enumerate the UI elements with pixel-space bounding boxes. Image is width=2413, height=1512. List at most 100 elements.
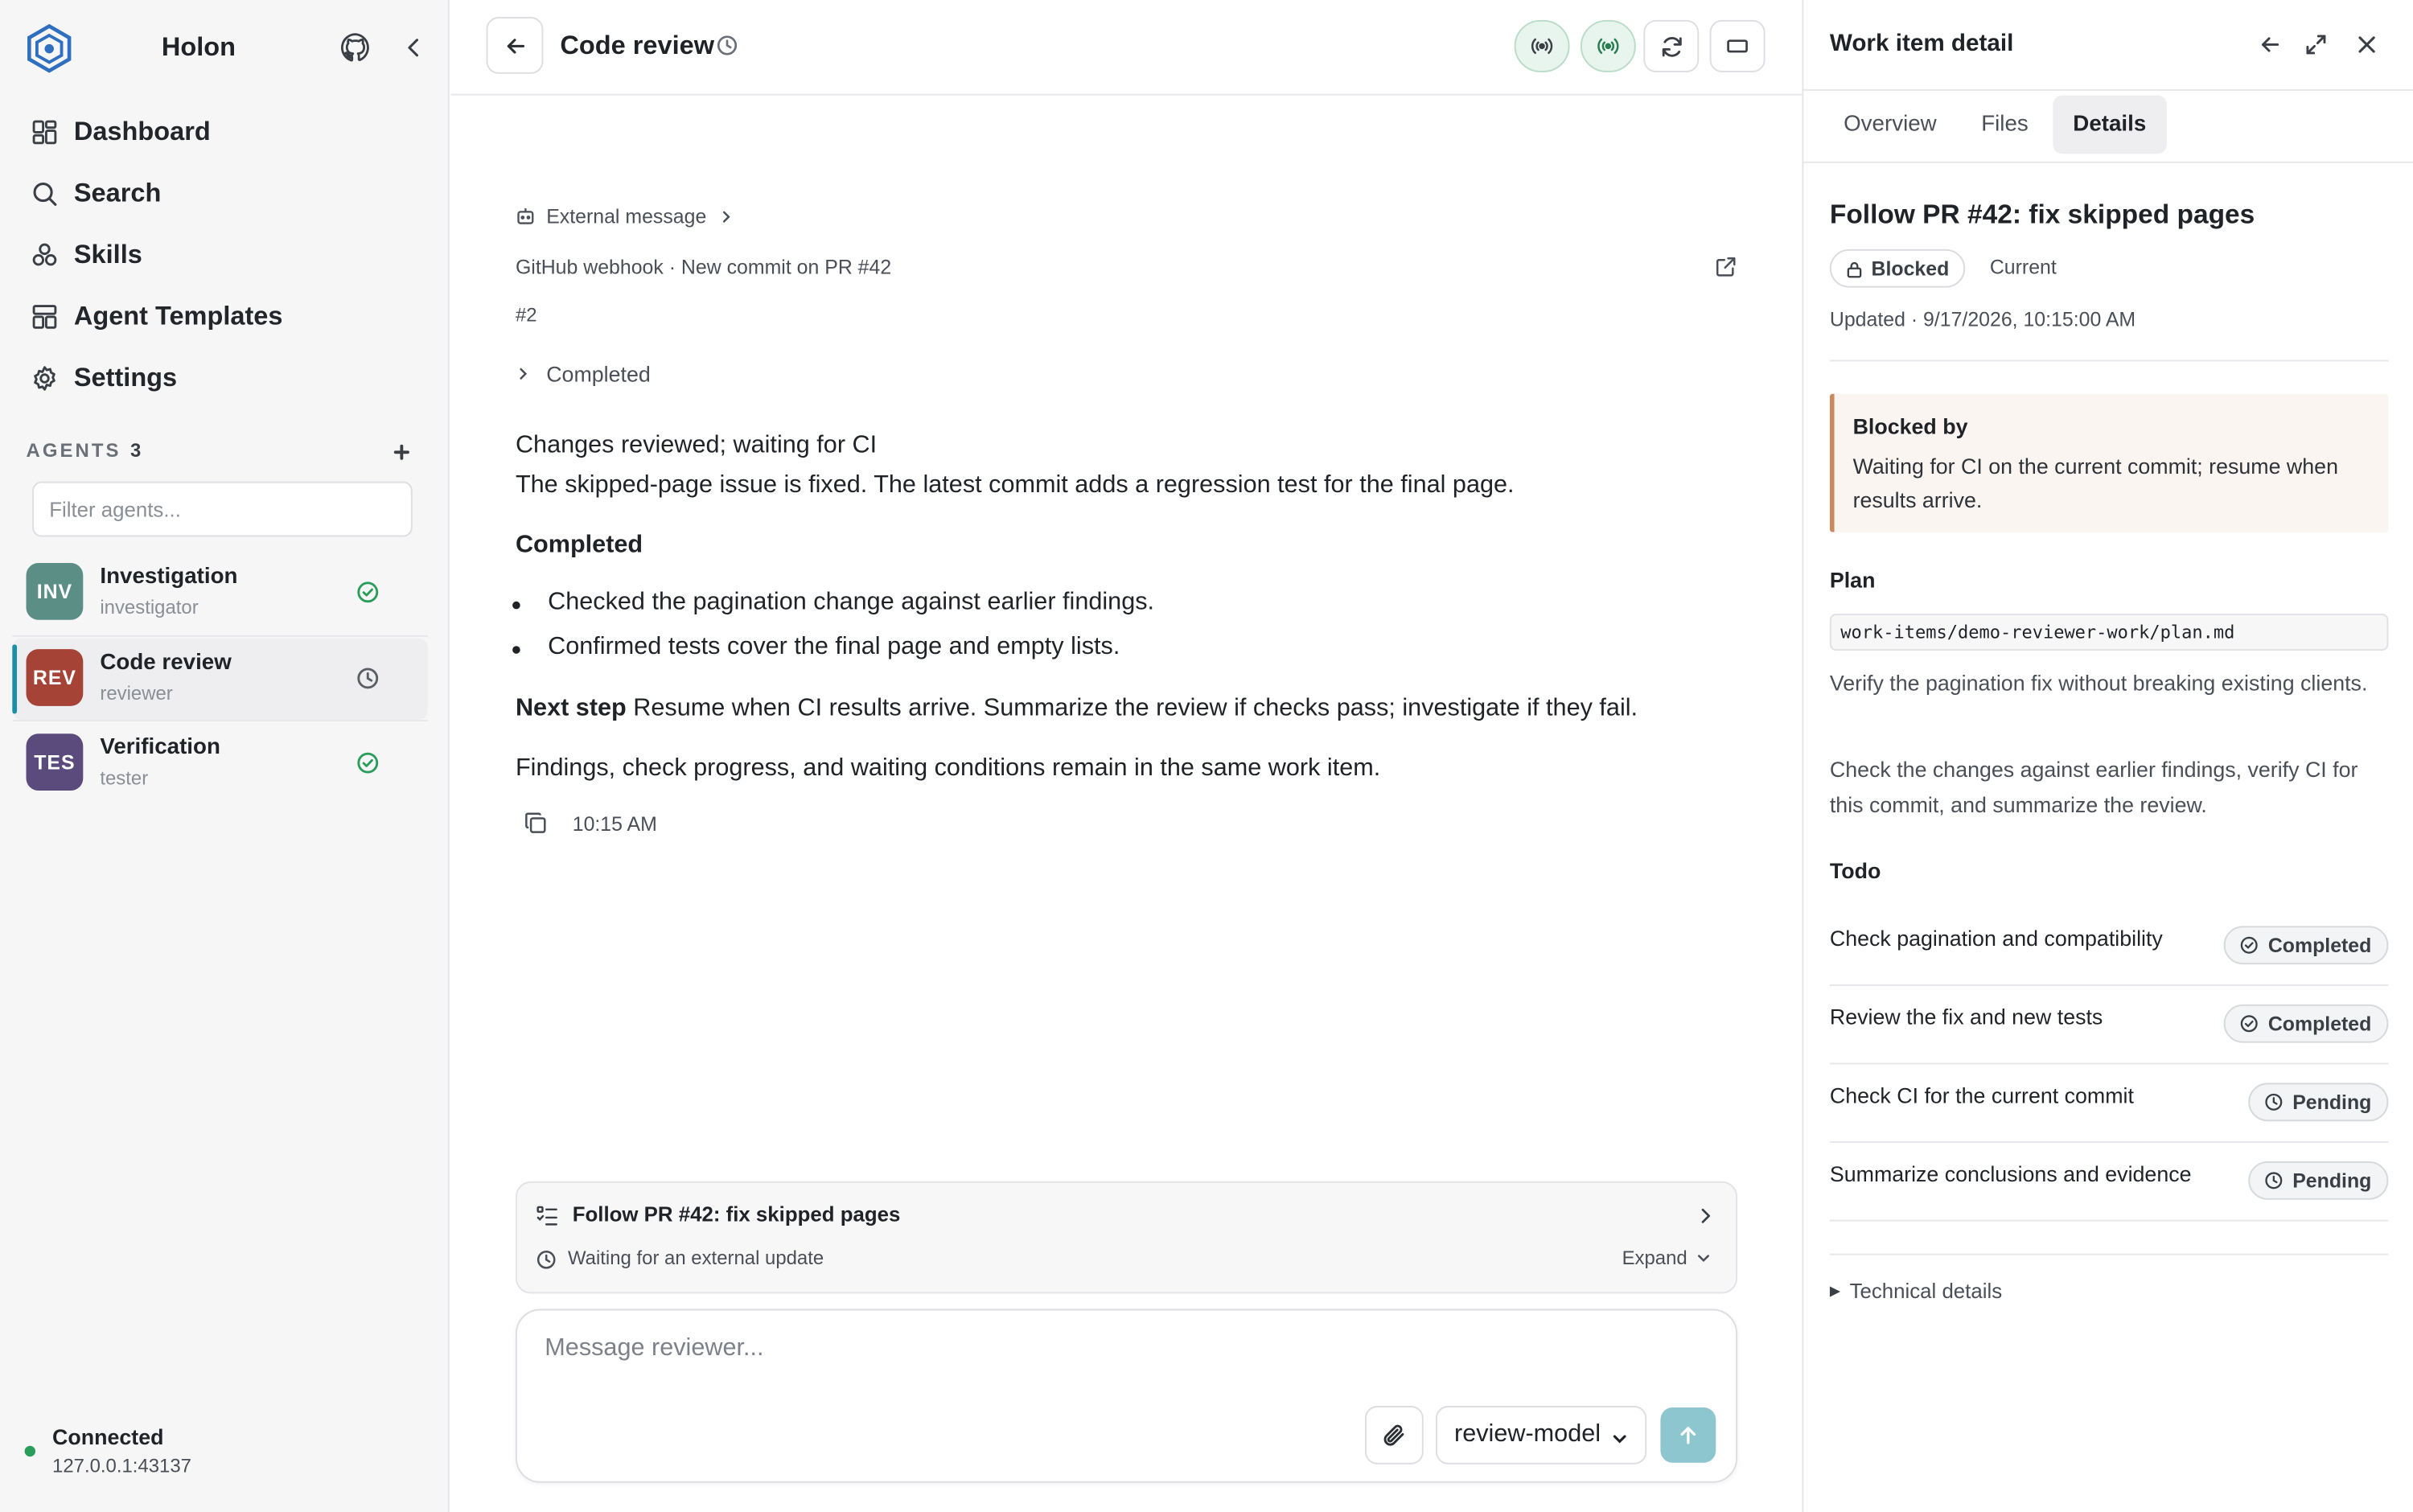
- avatar: INV: [26, 562, 84, 620]
- divider: [1803, 161, 2413, 163]
- status-badge: Blocked: [1829, 249, 1965, 288]
- avatar: TES: [26, 733, 84, 791]
- chevron-right-icon: [1701, 1208, 1711, 1223]
- todo-item: Summarize conclusions and evidence Pendi…: [1829, 1143, 2389, 1222]
- send-button[interactable]: [1660, 1407, 1716, 1463]
- agent-item-investigation[interactable]: INV Investigation investigator: [12, 553, 428, 634]
- nav-item-dashboard[interactable]: Dashboard: [22, 105, 431, 160]
- blocked-by-callout: Blocked by Waiting for CI on the current…: [1829, 393, 2389, 532]
- copy-icon[interactable]: [524, 811, 549, 836]
- tab-files[interactable]: Files: [1961, 96, 2048, 154]
- model-selector-value: review-model: [1454, 1421, 1601, 1448]
- filter-agents-input[interactable]: [32, 481, 413, 537]
- nav-label: Agent Templates: [73, 301, 283, 331]
- nav-item-skills[interactable]: Skills: [22, 228, 431, 283]
- work-item-card-status: Waiting for an external update: [567, 1247, 824, 1269]
- todo-heading: Todo: [1829, 858, 1881, 883]
- list-item: Confirmed tests cover the final page and…: [512, 633, 1120, 661]
- gear-icon: [34, 366, 55, 391]
- add-agent-icon[interactable]: [388, 438, 415, 466]
- completed-toggle[interactable]: Completed: [516, 361, 651, 386]
- panel-icon: [1727, 39, 1748, 53]
- external-link-icon[interactable]: [1714, 255, 1737, 278]
- list-item-text: Confirmed tests cover the final page and…: [548, 633, 1120, 660]
- completed-toggle-label: Completed: [546, 361, 651, 387]
- tab-details[interactable]: Details: [2053, 95, 2167, 154]
- expand-button[interactable]: Expand: [1622, 1247, 1712, 1269]
- message-summary: The skipped-page issue is fixed. The lat…: [515, 472, 1515, 499]
- arrow-left-icon: [506, 38, 524, 53]
- dashboard-icon: [32, 120, 57, 145]
- todo-status-badge: Completed: [2223, 1004, 2389, 1043]
- divider: [1803, 88, 2413, 91]
- work-item-card-title: Follow PR #42: fix skipped pages: [572, 1202, 901, 1226]
- todo-label: Check CI for the current commit: [1829, 1083, 2134, 1108]
- nav-item-search[interactable]: Search: [22, 166, 431, 222]
- toggle-panel-button[interactable]: [1709, 19, 1766, 72]
- list-item: Checked the pagination change against ea…: [512, 589, 1155, 616]
- message-timestamp: 10:15 AM: [572, 811, 657, 836]
- github-icon[interactable]: [339, 31, 372, 64]
- panel-tabs: Overview Files Details: [1823, 95, 2171, 154]
- message-source[interactable]: External message: [516, 204, 745, 228]
- todo-item: Check pagination and compatibility Compl…: [1829, 907, 2389, 986]
- divider: [1829, 360, 2389, 362]
- nav-label: Skills: [73, 240, 142, 269]
- work-item-title: Follow PR #42: fix skipped pages: [1829, 198, 2255, 229]
- live-stream-button[interactable]: [1514, 19, 1570, 72]
- divider: [1829, 1253, 2389, 1255]
- templates-icon: [32, 305, 57, 329]
- connection-dot: [24, 1445, 36, 1457]
- agent-role: reviewer: [100, 683, 173, 705]
- agent-name: Code review: [100, 650, 232, 676]
- expand-label: Expand: [1622, 1247, 1687, 1269]
- page-title: Code review: [560, 31, 715, 60]
- clock-icon: [536, 1251, 556, 1269]
- search-icon: [33, 183, 57, 206]
- message-input[interactable]: [545, 1335, 1346, 1378]
- attach-button[interactable]: [1365, 1406, 1424, 1465]
- holon-logo-icon: [27, 23, 72, 73]
- agent-role: investigator: [100, 597, 199, 618]
- agents-count: 3: [130, 439, 142, 462]
- chevron-down-icon: [1698, 1255, 1710, 1263]
- technical-details-toggle[interactable]: ▶ Technical details: [1830, 1280, 2002, 1303]
- clock-icon: [2264, 1172, 2282, 1189]
- completed-check-icon: [357, 752, 379, 774]
- agent-item-code-review[interactable]: REV Code review reviewer: [12, 638, 428, 721]
- arrow-left-icon[interactable]: [2258, 32, 2283, 57]
- plan-file-path[interactable]: work-items/demo-reviewer-work/plan.md: [1829, 614, 2389, 651]
- agents-label: AGENTS: [26, 439, 121, 462]
- message-source-label: External message: [546, 204, 707, 228]
- live-events-button[interactable]: [1580, 19, 1636, 72]
- message-closing: Findings, check progress, and waiting co…: [515, 755, 1381, 782]
- robot-icon: [517, 207, 534, 224]
- tab-overview[interactable]: Overview: [1823, 96, 1956, 154]
- message-section-title: Completed: [515, 532, 643, 559]
- expand-icon[interactable]: [2304, 32, 2329, 57]
- chevron-down-icon: [1613, 1434, 1626, 1443]
- completed-check-icon: [357, 581, 379, 603]
- model-selector[interactable]: review-model: [1436, 1406, 1647, 1465]
- collapse-sidebar-icon[interactable]: [400, 34, 427, 61]
- message-next-step: Next step Resume when CI results arrive.…: [516, 694, 1638, 725]
- message-composer: review-model: [515, 1309, 1738, 1483]
- back-button[interactable]: [486, 17, 544, 74]
- work-item-card[interactable]: Follow PR #42: fix skipped pages Waiting…: [515, 1181, 1738, 1294]
- conversation-header: Code review: [450, 0, 1803, 96]
- blocked-by-text: Waiting for CI on the current commit; re…: [1852, 454, 2338, 512]
- list-item-text: Checked the pagination change against ea…: [548, 589, 1155, 616]
- broadcast-icon: [1597, 38, 1619, 55]
- agent-item-verification[interactable]: TES Verification tester: [12, 723, 428, 804]
- nav-item-agent-templates[interactable]: Agent Templates: [22, 290, 431, 345]
- todo-status-label: Completed: [2267, 933, 2372, 957]
- app-name: Holon: [161, 32, 236, 62]
- refresh-button[interactable]: [1643, 19, 1700, 72]
- nav-label: Search: [73, 178, 162, 208]
- todo-label: Summarize conclusions and evidence: [1829, 1161, 2192, 1186]
- close-icon[interactable]: [2354, 32, 2379, 57]
- main-nav: Dashboard Search Skills Agent Templates …: [22, 105, 431, 413]
- nav-item-settings[interactable]: Settings: [22, 351, 431, 406]
- connection-address: 127.0.0.1:43137: [52, 1455, 191, 1477]
- plan-heading: Plan: [1829, 567, 1876, 593]
